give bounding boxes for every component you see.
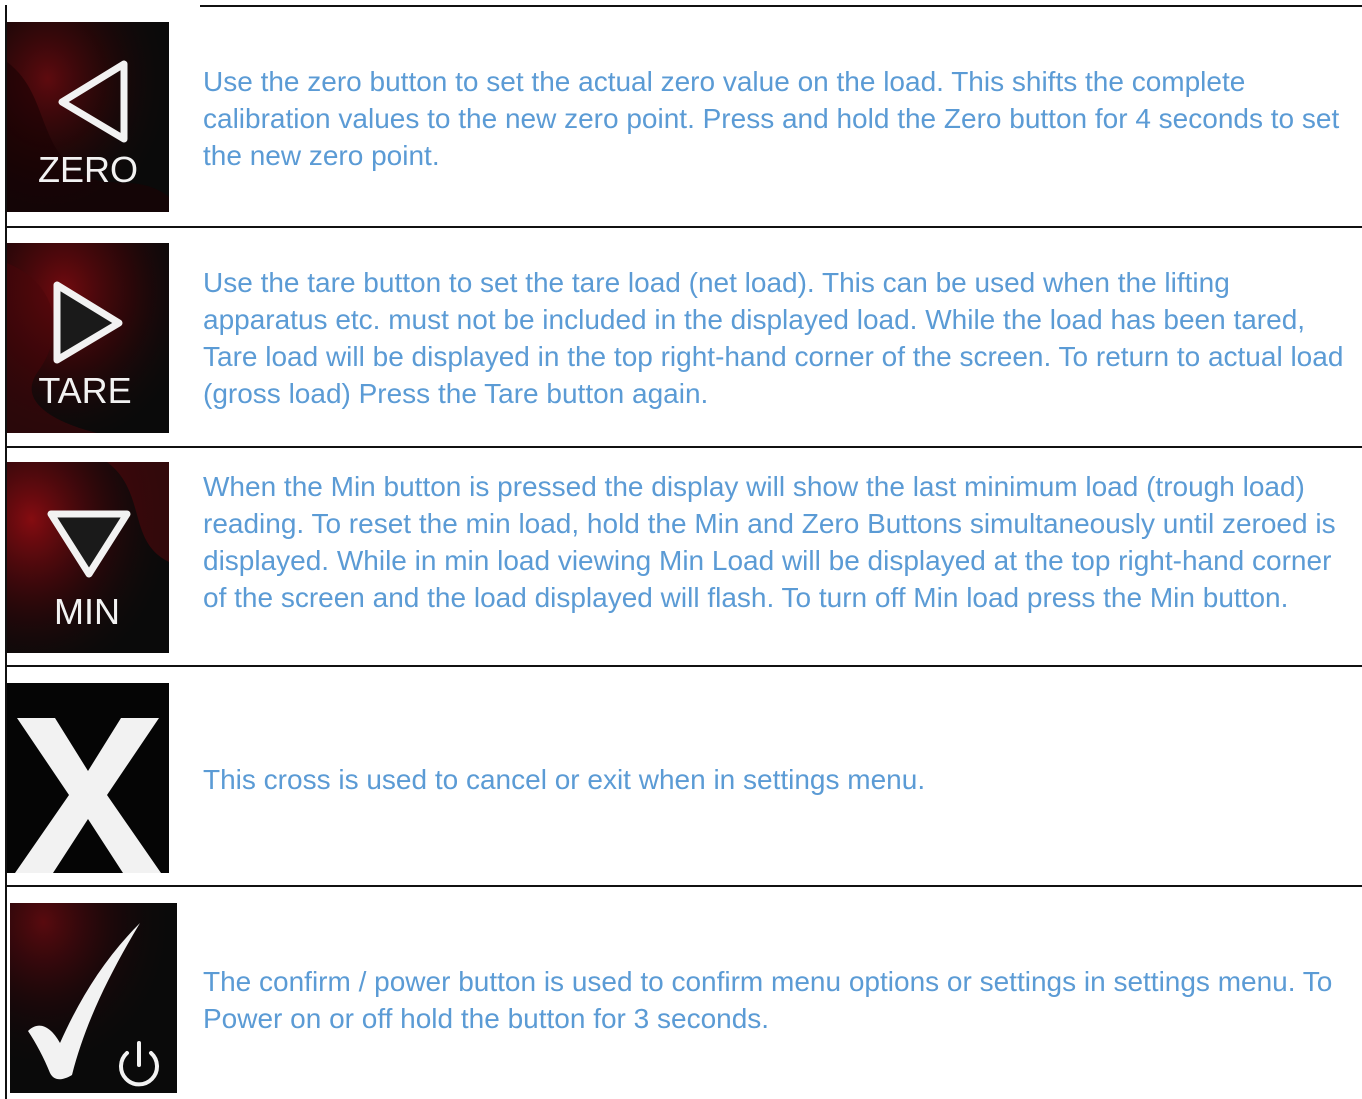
cancel-button-description: This cross is used to cancel or exit whe… [203,764,926,795]
table-row: ZERO Use the zero button to set the actu… [0,0,1362,226]
tare-button-description: Use the tare button to set the tare load… [203,267,1344,409]
table-row: The confirm / power button is used to co… [0,885,1362,1099]
zero-button-description: Use the zero button to set the actual ze… [203,66,1340,171]
table-row: MIN When the Min button is pressed the d… [0,446,1362,665]
button-reference-table: ZERO Use the zero button to set the actu… [0,0,1362,1099]
table-row: This cross is used to cancel or exit whe… [0,665,1362,885]
zero-button-image: ZERO [7,22,169,212]
tare-button-label: TARE [38,370,131,411]
confirm-power-button-image [10,903,177,1093]
min-button-label: MIN [54,591,120,632]
min-button-image: MIN [7,462,169,653]
cancel-button-image [7,683,169,873]
table-row: TARE Use the tare button to set the tare… [0,226,1362,446]
zero-button-label: ZERO [38,149,138,190]
tare-button-image: TARE [7,243,169,433]
confirm-power-button-description: The confirm / power button is used to co… [203,966,1333,1034]
min-button-description: When the Min button is pressed the displ… [203,471,1336,613]
